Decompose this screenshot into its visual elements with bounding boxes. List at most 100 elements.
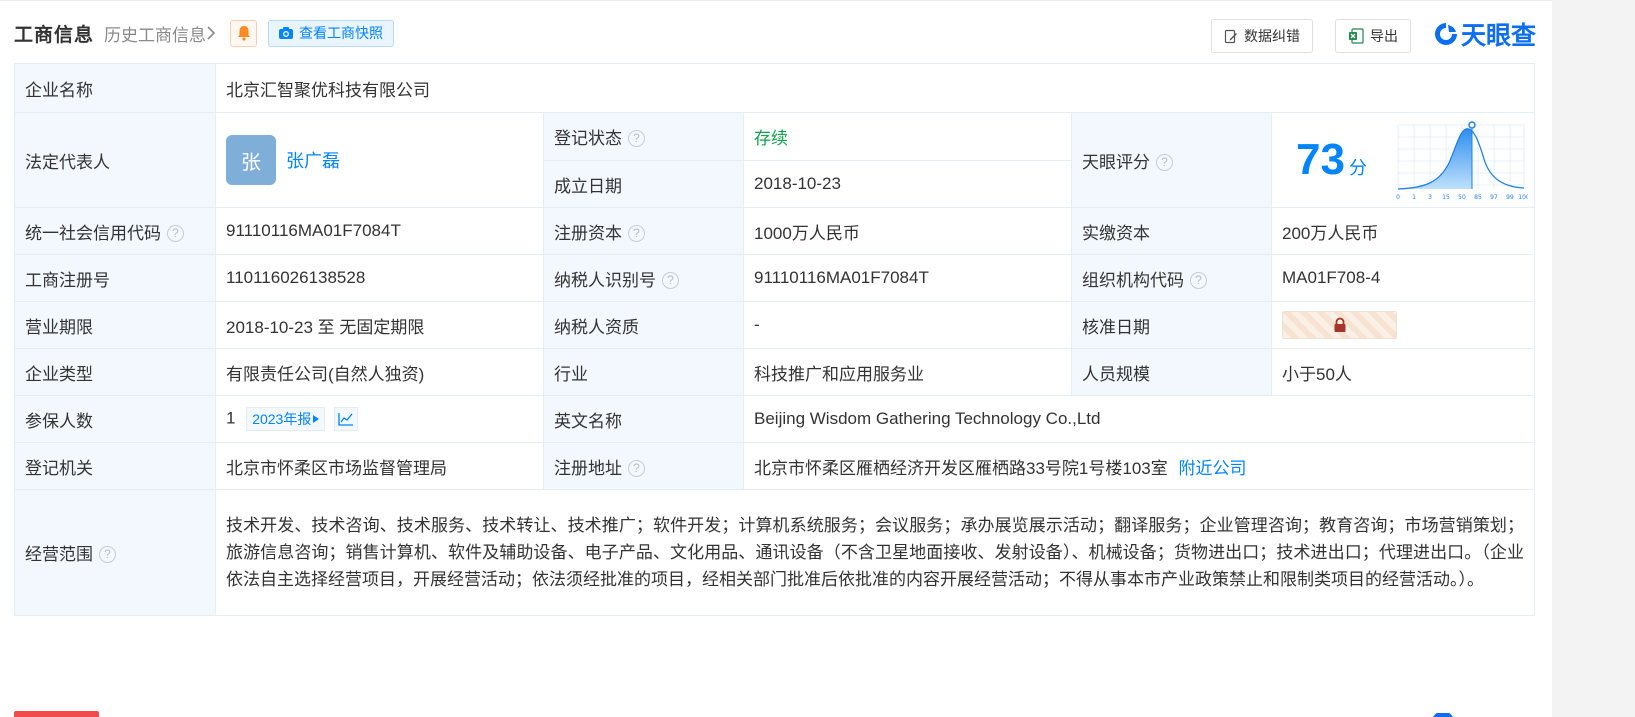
found-date-label: 成立日期: [543, 160, 744, 208]
annual-report-label: 2023年报: [252, 411, 312, 427]
reg-capital-label: 注册资本: [554, 223, 622, 243]
snapshot-button[interactable]: 查看工商快照: [268, 19, 395, 47]
reg-status-label: 登记状态: [554, 129, 622, 148]
industry-label: 行业: [543, 348, 744, 396]
reg-capital-label-cell: 注册资本?: [543, 207, 744, 255]
taxpayer-qual-label: 纳税人资质: [543, 301, 744, 349]
data-correction-button[interactable]: 数据纠错: [1211, 19, 1313, 53]
nearby-companies-link[interactable]: 附近公司: [1178, 459, 1246, 478]
help-icon[interactable]: ?: [628, 459, 645, 477]
score-distribution-chart: 0 1 3 15 50 85 97 99 100: [1396, 121, 1528, 201]
address-cell: 北京市怀柔区雁栖经济开发区雁栖路33号院1号楼103室 附近公司: [743, 442, 1535, 490]
scope-value: 技术开发、技术咨询、技术服务、技术转让、技术推广；软件开发；计算机系统服务；会议…: [215, 489, 1535, 616]
table-row: 登记机关 北京市怀柔区市场监督管理局 注册地址? 北京市怀柔区雁栖经济开发区雁栖…: [14, 442, 1535, 490]
chevron-right-icon: [207, 26, 216, 40]
org-code-value: MA01F708-4: [1271, 254, 1535, 302]
address-label: 注册地址: [554, 458, 622, 478]
help-icon[interactable]: ?: [99, 546, 116, 564]
reg-capital-value: 1000万人民币: [743, 207, 1072, 255]
data-correction-label: 数据纠错: [1244, 28, 1300, 44]
axis-tick-label: 85: [1474, 194, 1482, 201]
scope-label-cell: 经营范围?: [14, 489, 216, 616]
next-section-title-fragment: [14, 711, 99, 717]
excel-icon: [1349, 28, 1364, 44]
help-icon[interactable]: ?: [628, 224, 645, 242]
term-value: 2018-10-23 至 无固定期限: [215, 301, 544, 349]
table-row: 营业期限 2018-10-23 至 无固定期限 纳税人资质 - 核准日期: [14, 301, 1535, 349]
section-header: 工商信息 历史工商信息 查看工商快照: [14, 19, 395, 47]
taxpayer-id-value: 91110116MA01F7084T: [743, 254, 1072, 302]
table-row: 参保人数 1 2023年报 英文名称 Beijing Wisdom Gather…: [14, 395, 1535, 443]
axis-tick-label: 1: [1412, 194, 1416, 201]
help-icon[interactable]: ?: [628, 130, 645, 148]
english-name-value: Beijing Wisdom Gathering Technology Co.,…: [743, 395, 1535, 443]
trend-chart-button[interactable]: [334, 407, 359, 431]
section-title: 工商信息: [14, 24, 95, 46]
taxpayer-id-label: 纳税人识别号: [554, 270, 656, 290]
score-label-cell: 天眼评分?: [1071, 112, 1272, 208]
tianyancha-logo-icon: [1435, 23, 1457, 45]
reg-status-label-cell: 登记状态?: [543, 112, 744, 161]
authority-label: 登记机关: [14, 442, 216, 490]
table-row: 统一社会信用代码? 91110116MA01F7084T 注册资本? 1000万…: [14, 207, 1535, 255]
credit-code-label-cell: 统一社会信用代码?: [14, 207, 216, 255]
table-row: 企业名称 北京汇智聚优科技有限公司: [14, 63, 1535, 113]
paid-capital-value: 200万人民币: [1271, 207, 1535, 255]
type-value: 有限责任公司(自然人独资): [215, 348, 544, 396]
score-unit: 分: [1348, 158, 1367, 178]
axis-tick-label: 100: [1518, 194, 1528, 201]
annual-report-tag[interactable]: 2023年报: [246, 407, 326, 431]
avatar: 张: [226, 135, 276, 185]
org-code-label-cell: 组织机构代码?: [1071, 254, 1272, 302]
table-row: 工商注册号 110116026138528 纳税人识别号? 91110116MA…: [14, 254, 1535, 302]
address-label-cell: 注册地址?: [543, 442, 744, 490]
axis-tick-label: 50: [1458, 194, 1466, 201]
table-row: 经营范围? 技术开发、技术咨询、技术服务、技术转让、技术推广；软件开发；计算机系…: [14, 489, 1535, 616]
term-label: 营业期限: [14, 301, 216, 349]
legal-rep-cell: 张 张广磊: [215, 112, 544, 208]
score-cell[interactable]: 73 分 0 1 3 15 50 85 97 99 100: [1271, 112, 1535, 208]
tianyancha-logo: 天眼查: [1433, 18, 1536, 50]
help-icon[interactable]: ?: [1190, 271, 1207, 289]
company-name-label: 企业名称: [14, 63, 216, 113]
help-icon[interactable]: ?: [662, 271, 679, 289]
legal-rep-name-link[interactable]: 张广磊: [286, 147, 340, 173]
axis-tick-label: 99: [1506, 194, 1514, 201]
staff-size-label: 人员规模: [1071, 348, 1272, 396]
history-info-link[interactable]: 历史工商信息: [104, 21, 216, 46]
legal-rep-label: 法定代表人: [14, 112, 216, 208]
score-label: 天眼评分: [1082, 152, 1150, 172]
caret-right-icon: [313, 415, 320, 423]
snapshot-label: 查看工商快照: [299, 25, 384, 41]
reg-status-value: 存续: [743, 112, 1072, 161]
english-name-label: 英文名称: [543, 395, 744, 443]
address-value: 北京市怀柔区雁栖经济开发区雁栖路33号院1号楼103室: [754, 458, 1168, 478]
biz-reg-no-value: 110116026138528: [215, 254, 544, 302]
scope-label: 经营范围: [25, 545, 93, 564]
insured-label: 参保人数: [14, 395, 216, 443]
axis-tick-label: 15: [1442, 194, 1450, 201]
authority-value: 北京市怀柔区市场监督管理局: [215, 442, 544, 490]
tianyancha-logo-fragment: [1430, 709, 1456, 717]
table-row: 法定代表人 张 张广磊 登记状态? 存续 天眼评分? 73 分 0 1 3 15…: [14, 112, 1535, 208]
axis-tick-label: 3: [1428, 194, 1432, 201]
help-icon[interactable]: ?: [167, 224, 184, 242]
business-info-table: 企业名称 北京汇智聚优科技有限公司 法定代表人 张 张广磊 登记状态? 存续 天…: [14, 63, 1535, 616]
monitor-bell-button[interactable]: [230, 19, 258, 47]
vip-lock-button[interactable]: [1282, 311, 1397, 339]
table-row: 企业类型 有限责任公司(自然人独资) 行业 科技推广和应用服务业 人员规模 小于…: [14, 348, 1535, 396]
axis-tick-label: 0: [1396, 194, 1400, 201]
business-info-panel: 工商信息 历史工商信息 查看工商快照 数据纠错 导出 天眼查 企业名称 北京汇智…: [0, 0, 1552, 717]
approval-date-label: 核准日期: [1071, 301, 1272, 349]
credit-code-label: 统一社会信用代码: [25, 223, 161, 243]
edit-doc-icon: [1224, 29, 1237, 43]
export-button[interactable]: 导出: [1335, 19, 1411, 53]
company-name-value: 北京汇智聚优科技有限公司: [215, 63, 1535, 113]
score-value: 73: [1296, 135, 1345, 184]
paid-capital-label: 实缴资本: [1071, 207, 1272, 255]
bell-icon: [237, 26, 250, 41]
org-code-label: 组织机构代码: [1082, 270, 1184, 290]
biz-reg-no-label: 工商注册号: [14, 254, 216, 302]
staff-size-value: 小于50人: [1271, 348, 1535, 396]
help-icon[interactable]: ?: [1156, 153, 1173, 171]
